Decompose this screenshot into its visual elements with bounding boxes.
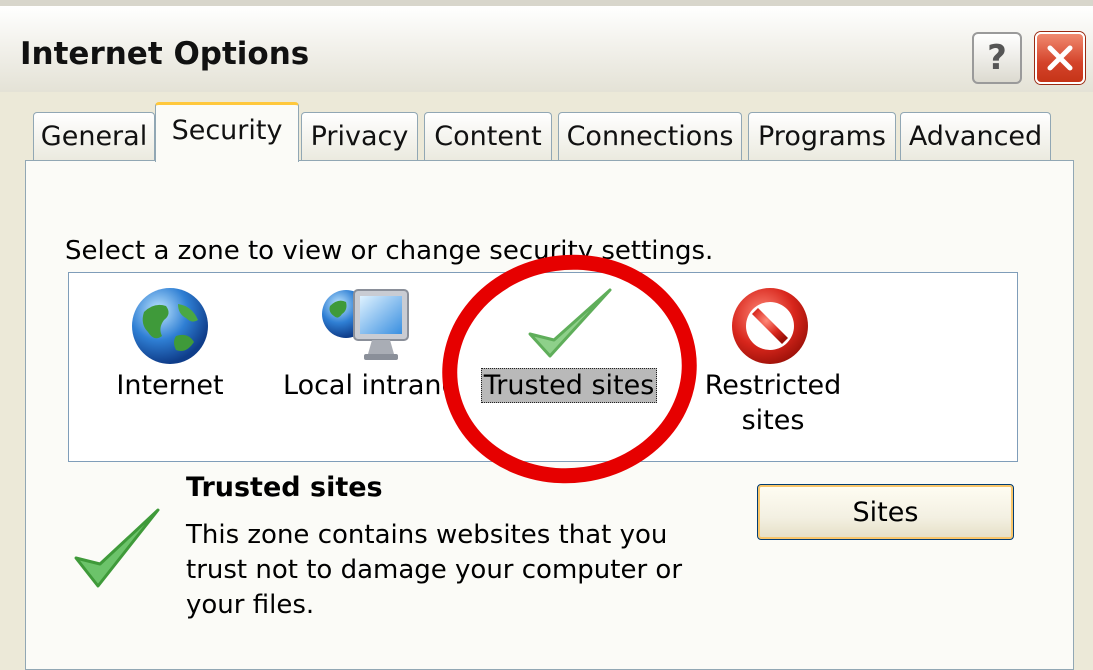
help-button[interactable]: ? [972,32,1022,84]
tab-security-label: Security [171,115,283,146]
tab-privacy-label: Privacy [310,121,409,152]
tab-content-label: Content [434,121,542,152]
selected-zone-description: This zone contains websites that you tru… [186,520,683,620]
no-entry-icon [732,288,808,364]
zone-trusted-sites-label: Trusted sites [480,368,658,403]
tab-general-label: General [40,121,148,152]
tab-advanced[interactable]: Advanced [900,112,1051,160]
green-checkmark-icon [74,508,160,588]
intranet-monitor-icon [322,289,409,360]
close-icon [1047,45,1073,71]
zone-local-intranet-label: Local intranet [283,370,450,401]
tab-programs-label: Programs [758,121,886,152]
globe-icon [132,288,208,364]
tab-content[interactable]: Content [424,112,552,160]
selected-zone-title: Trusted sites [186,472,383,503]
tab-advanced-label: Advanced [908,121,1043,152]
tab-strip: General Security Privacy Content Connect… [0,100,1093,162]
help-icon: ? [987,38,1007,78]
tab-security[interactable]: Security [155,102,299,162]
green-checkmark-icon [528,288,612,358]
tab-connections[interactable]: Connections [558,112,742,160]
window-title: Internet Options [20,36,310,72]
zone-internet-label: Internet [116,370,224,401]
zone-restricted-sites[interactable]: Restricted sites [700,284,841,438]
tab-privacy[interactable]: Privacy [301,112,418,160]
zone-restricted-sites-label: Restricted sites [704,370,842,436]
zone-trusted-sites[interactable]: Trusted sites [478,284,660,403]
tab-programs[interactable]: Programs [748,112,896,160]
tab-general[interactable]: General [33,112,155,160]
title-bar: Internet Options ? [0,0,1093,92]
sites-button[interactable]: Sites [757,484,1014,540]
sites-button-label: Sites [852,496,919,528]
close-button[interactable] [1035,32,1085,84]
zone-local-intranet[interactable]: Local intranet [280,284,450,403]
tab-connections-label: Connections [566,121,734,152]
zone-internet[interactable]: Internet [100,284,240,403]
zone-instruction: Select a zone to view or change security… [65,236,714,266]
